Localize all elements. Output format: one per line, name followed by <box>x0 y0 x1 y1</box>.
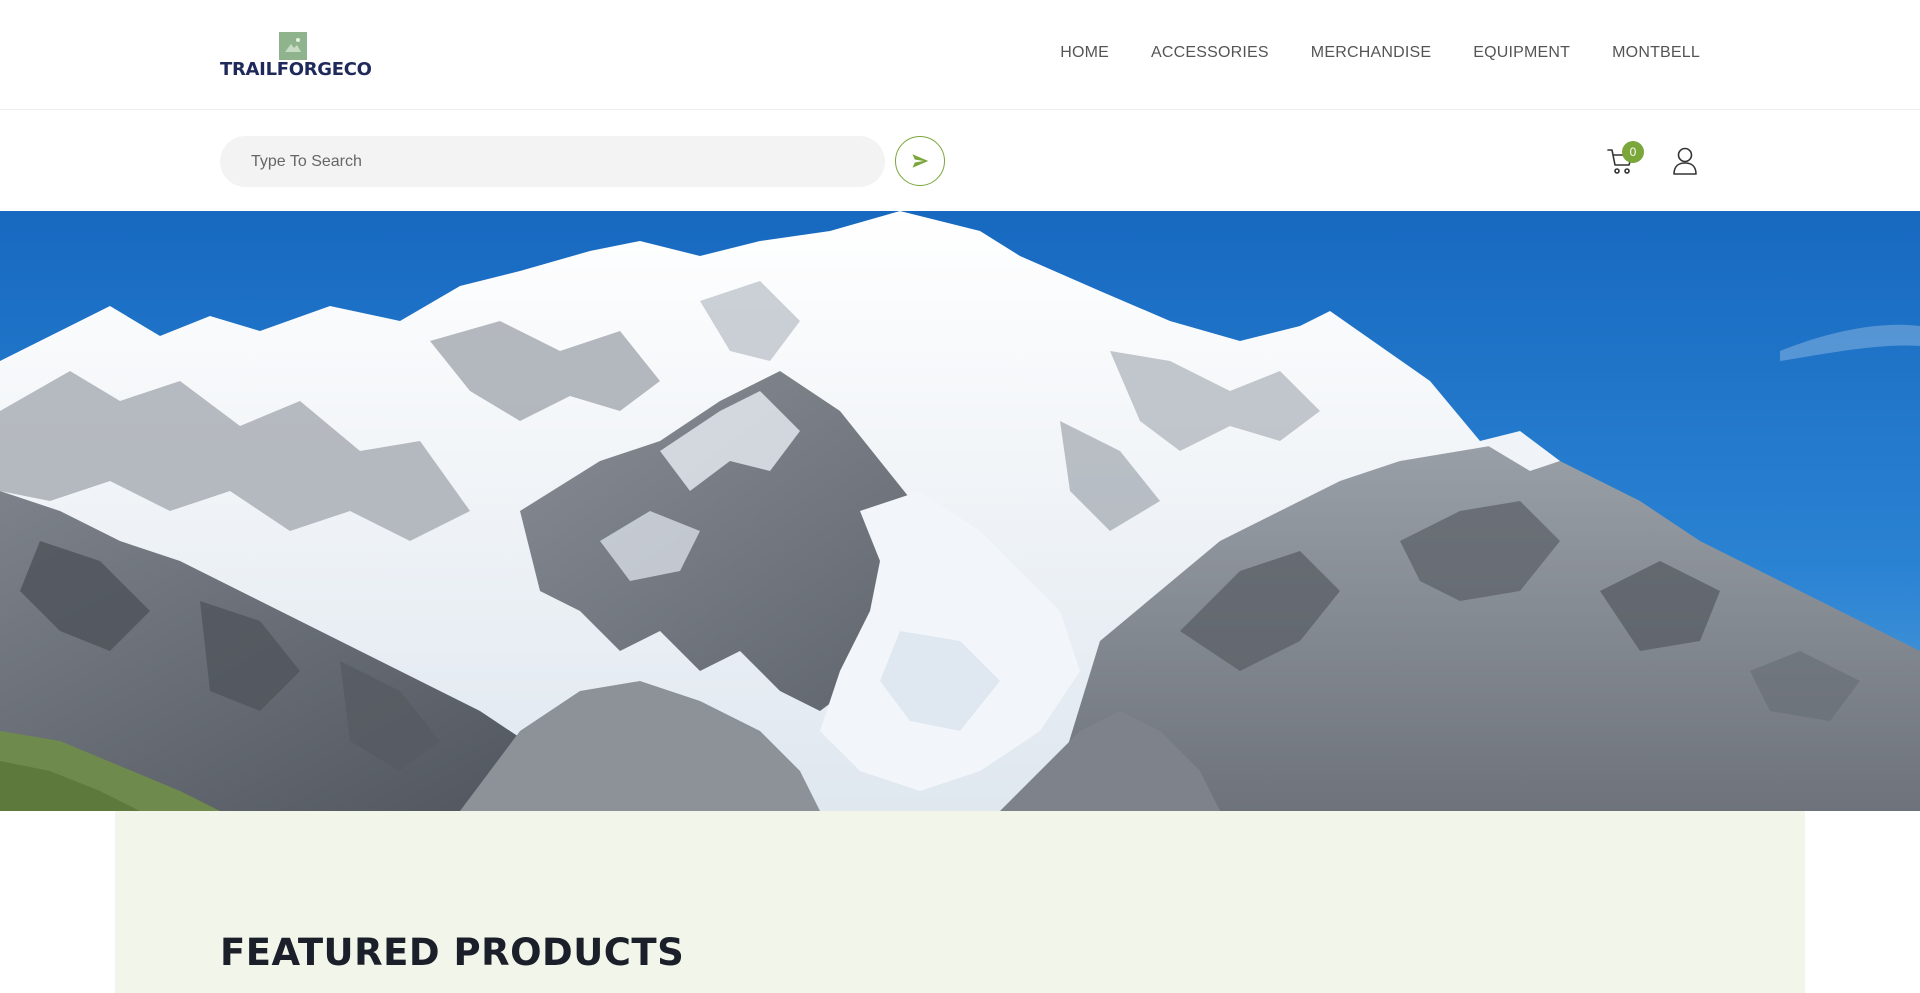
nav-item-merchandise[interactable]: MERCHANDISE <box>1311 44 1431 62</box>
nav-item-home[interactable]: HOME <box>1060 44 1109 62</box>
main-nav: HOME ACCESSORIES MERCHANDISE EQUIPMENT M… <box>1060 44 1700 62</box>
site-logo[interactable]: TRAILFORGECO <box>220 30 372 82</box>
featured-products-title: FEATURED PRODUCTS <box>220 931 685 974</box>
paper-plane-icon <box>912 154 929 168</box>
account-button[interactable] <box>1672 146 1698 176</box>
mountain-hero-image <box>0 211 1920 811</box>
top-header: TRAILFORGECO HOME ACCESSORIES MERCHANDIS… <box>0 0 1920 110</box>
cart-count-badge: 0 <box>1622 141 1644 163</box>
search-bar-row: 0 <box>0 111 1920 211</box>
hero-banner <box>0 211 1920 811</box>
featured-products-section: FEATURED PRODUCTS <box>115 811 1805 993</box>
nav-item-montbell[interactable]: MONTBELL <box>1612 44 1700 62</box>
nav-item-accessories[interactable]: ACCESSORIES <box>1151 44 1269 62</box>
user-icon <box>1673 147 1697 175</box>
search-input[interactable] <box>220 136 885 187</box>
nav-item-equipment[interactable]: EQUIPMENT <box>1473 44 1570 62</box>
logo-mark-icon <box>279 32 307 60</box>
search-submit-button[interactable] <box>895 136 945 186</box>
logo-text: TRAILFORGECO <box>220 59 372 80</box>
